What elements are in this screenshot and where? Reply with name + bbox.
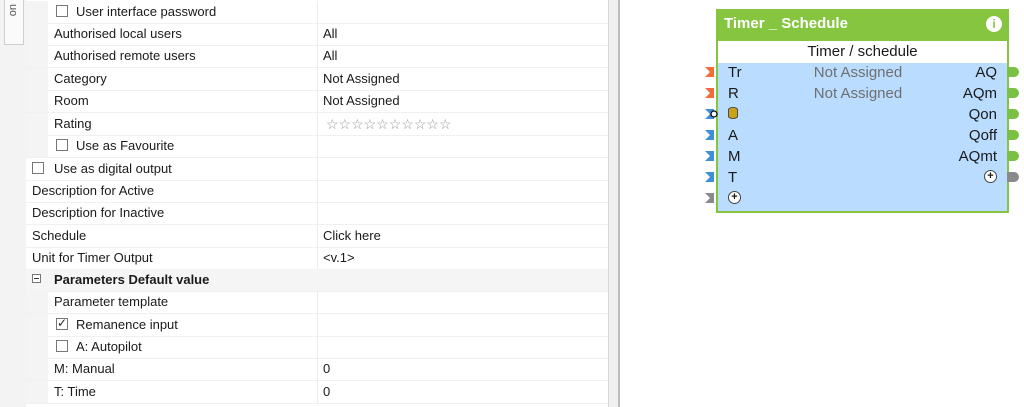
property-row[interactable]: T: Time 0 <box>26 381 608 404</box>
block-title: Timer _ Schedule <box>724 15 848 32</box>
property-row[interactable]: Schedule Click here <box>26 225 608 248</box>
connector-aqm[interactable] <box>1007 88 1019 98</box>
property-row[interactable]: Authorised remote users All <box>26 45 608 68</box>
property-group-header[interactable]: Parameters Default value <box>26 269 608 292</box>
property-value[interactable]: <v.1> <box>323 250 355 265</box>
property-label: Remanence input <box>76 317 178 332</box>
schedule-link[interactable]: Click here <box>323 228 381 243</box>
checkbox[interactable] <box>56 139 68 151</box>
property-label: T: Time <box>54 384 96 399</box>
output-label-qoff: Qoff <box>968 127 997 144</box>
timer-schedule-block[interactable]: Timer _ Schedule i Timer / schedule Tr R… <box>716 9 1009 213</box>
side-tab[interactable]: on <box>4 0 24 45</box>
output-label-aq: AQ <box>975 64 997 81</box>
property-row[interactable]: Use as Favourite <box>26 135 608 158</box>
add-input-icon[interactable]: + <box>728 191 741 204</box>
property-row[interactable]: Authorised local users All <box>26 23 608 46</box>
collapse-icon[interactable] <box>32 274 41 283</box>
left-panel-strip: on <box>0 0 27 407</box>
checkbox[interactable] <box>56 340 68 352</box>
property-value[interactable]: 0 <box>323 361 330 376</box>
output-label-qon: Qon <box>968 106 997 123</box>
property-label: Category <box>54 71 107 86</box>
property-label: Authorised local users <box>54 26 182 41</box>
property-row[interactable]: Room Not Assigned <box>26 90 608 113</box>
property-row[interactable]: Rating ☆☆☆☆☆☆☆☆☆☆ <box>26 113 608 136</box>
property-row[interactable]: M: Manual 0 <box>26 358 608 381</box>
input-label-m: M <box>728 148 741 165</box>
properties-panel: User interface password Authorised local… <box>26 0 608 407</box>
property-value[interactable]: All <box>323 26 337 41</box>
checkbox[interactable] <box>32 162 44 174</box>
property-row[interactable]: Description for Inactive <box>26 202 608 225</box>
input-label-tr: Tr <box>728 64 742 81</box>
property-label: Description for Active <box>32 183 155 198</box>
property-label: Use as Favourite <box>76 138 175 153</box>
property-label: User interface password <box>76 4 217 19</box>
property-row[interactable]: Remanence input <box>26 314 608 337</box>
block-subtitle: Timer / schedule <box>718 41 1007 63</box>
property-row[interactable]: User interface password <box>26 1 608 24</box>
connector-qon[interactable] <box>1007 109 1019 119</box>
property-row[interactable]: Description for Active <box>26 180 608 203</box>
info-icon[interactable]: i <box>986 16 1002 32</box>
group-label: Parameters Default value <box>54 272 210 287</box>
connector-qoff[interactable] <box>1007 130 1019 140</box>
property-label: Room <box>54 93 89 108</box>
connector-add-output[interactable] <box>1007 172 1019 182</box>
property-label: Description for Inactive <box>32 205 165 220</box>
param-value: Not Assigned <box>813 85 903 102</box>
connector-r[interactable] <box>705 88 714 98</box>
property-label: M: Manual <box>54 361 115 376</box>
property-row[interactable]: Parameter template <box>26 291 608 314</box>
side-tab-label: on <box>7 4 19 17</box>
property-value[interactable]: 0 <box>323 384 330 399</box>
param-value: Not Assigned <box>813 64 903 81</box>
input-connectors <box>705 67 718 203</box>
add-output-icon[interactable]: + <box>984 170 997 183</box>
property-label: Schedule <box>32 228 87 243</box>
property-label: Unit for Timer Output <box>32 250 153 265</box>
property-value[interactable]: All <box>323 48 337 63</box>
property-row[interactable]: Use as digital output <box>26 158 608 181</box>
checkbox[interactable] <box>56 316 68 330</box>
property-label: Authorised remote users <box>54 48 196 63</box>
connector-m[interactable] <box>705 151 714 161</box>
property-label: A: Autopilot <box>76 339 142 354</box>
connector-aqmt[interactable] <box>1007 151 1019 161</box>
rating-stars[interactable]: ☆☆☆☆☆☆☆☆☆☆ <box>326 116 452 133</box>
property-label: Parameter template <box>54 294 169 309</box>
connector-t[interactable] <box>705 172 714 182</box>
connector-add[interactable] <box>705 193 714 203</box>
property-row[interactable]: Category Not Assigned <box>26 68 608 91</box>
property-row[interactable]: Unit for Timer Output <v.1> <box>26 247 608 270</box>
connector-aq[interactable] <box>1007 67 1019 77</box>
connector-a[interactable] <box>705 130 714 140</box>
property-label: Rating <box>54 116 92 131</box>
connector-tr[interactable] <box>705 67 714 77</box>
input-label-t: T <box>728 169 738 186</box>
database-icon <box>728 105 738 125</box>
output-connectors <box>1007 67 1019 182</box>
property-value[interactable]: Not Assigned <box>323 93 400 108</box>
output-label-aqm: AQm <box>962 85 997 102</box>
property-row[interactable]: A: Autopilot <box>26 336 608 359</box>
checkbox[interactable] <box>56 5 68 17</box>
block-body: Tr R A M T + Not Assigned Not Assigned A… <box>718 63 1007 211</box>
output-label-aqmt: AQmt <box>958 148 997 165</box>
property-label: Use as digital output <box>54 161 172 176</box>
input-label-a: A <box>728 127 739 144</box>
input-label-r: R <box>728 85 739 102</box>
property-value[interactable]: Not Assigned <box>323 71 400 86</box>
